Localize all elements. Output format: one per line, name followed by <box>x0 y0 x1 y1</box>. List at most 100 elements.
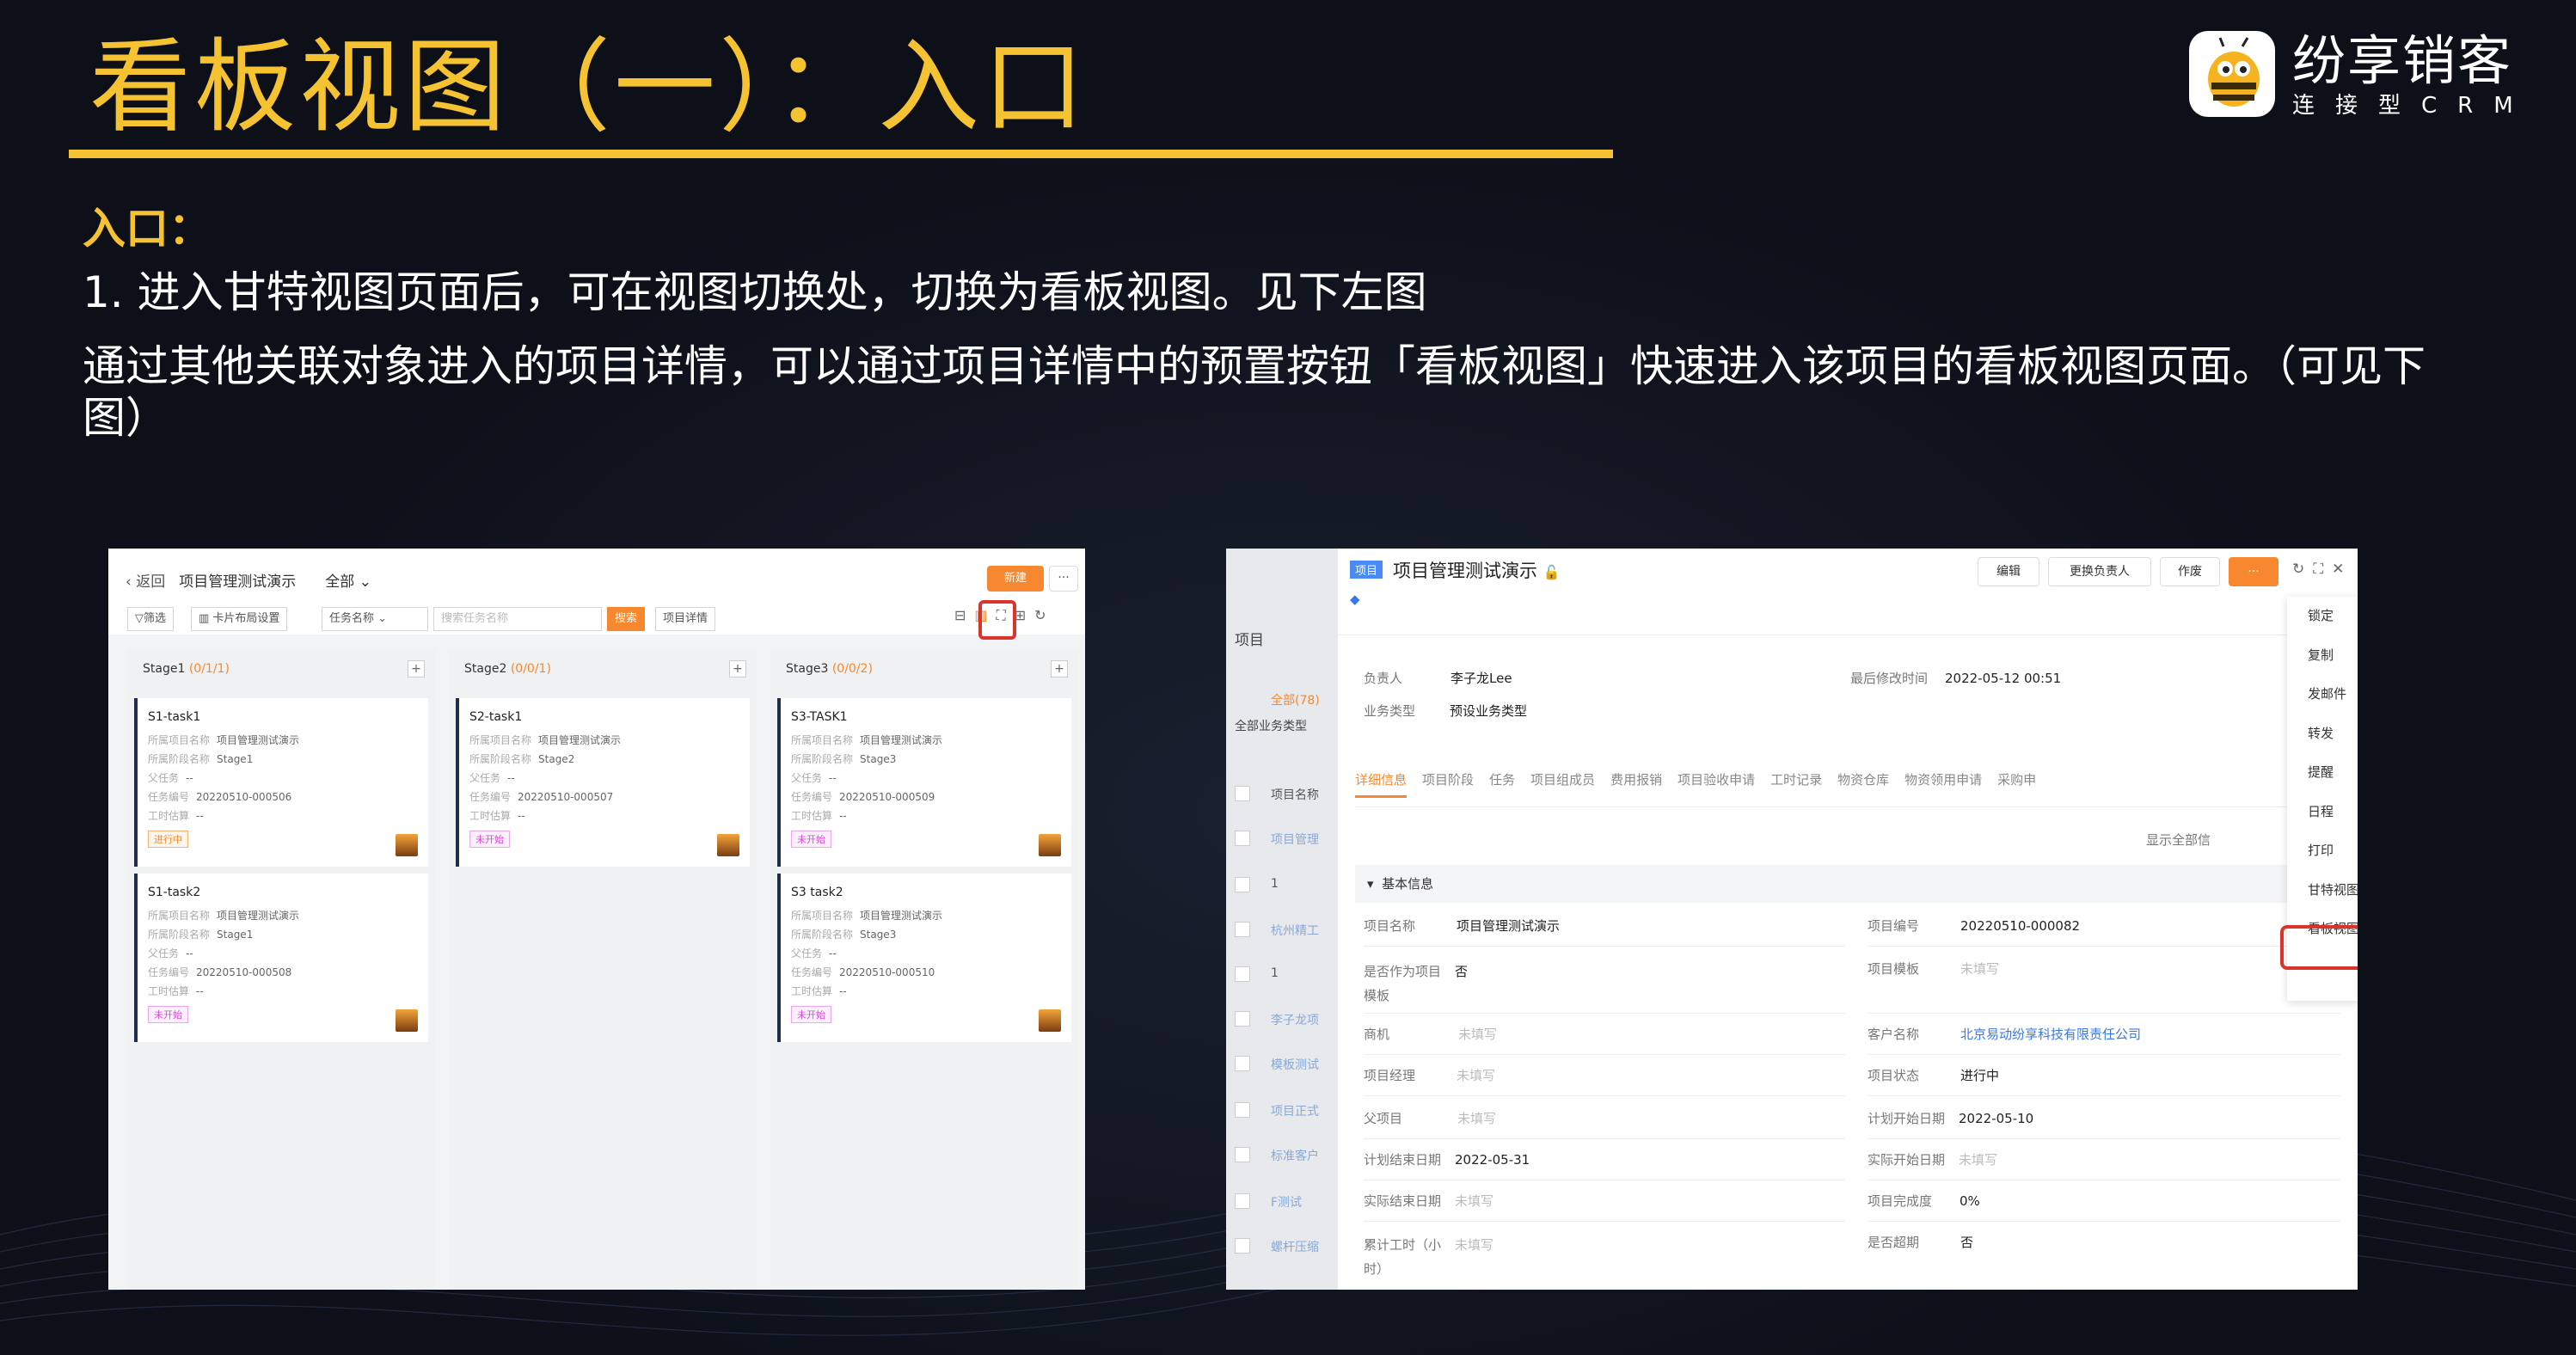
void-button[interactable]: 作废 <box>2160 557 2220 586</box>
kanban-screenshot: ‹ 返回 项目管理测试演示 全部 ⌄ 新建 ··· ▽筛选 ▥ 卡片布局设置 任… <box>108 549 1085 1290</box>
scope-select[interactable]: 全部 ⌄ <box>325 569 371 591</box>
row-checkbox[interactable] <box>1235 1011 1250 1027</box>
project-name: 项目管理测试演示 <box>179 573 297 591</box>
tab-material-request[interactable]: 物资领用申请 <box>1904 770 1982 798</box>
brand-logo: 纷享销客 连接型CRM <box>2189 31 2534 120</box>
list-item[interactable]: 1 <box>1271 877 1279 891</box>
logo-subtitle: 连接型CRM <box>2292 93 2534 119</box>
tab-timesheets[interactable]: 工时记录 <box>1770 770 1822 798</box>
task-name-select[interactable]: 任务名称 ⌄ <box>322 607 428 631</box>
gantt-view-icon[interactable]: ⊟ <box>954 607 966 624</box>
status-badge: 未开始 <box>148 1006 188 1023</box>
tab-acceptance[interactable]: 项目验收申请 <box>1677 770 1755 798</box>
list-filter-all[interactable]: 全部(78) <box>1271 691 1320 708</box>
show-all-link[interactable]: 显示全部信 <box>2146 832 2211 848</box>
assignee-avatar <box>396 1009 418 1032</box>
add-task-button[interactable]: + <box>1051 660 1068 678</box>
point-2: 通过其他关联对象进入的项目详情，可以通过项目详情中的预置按钮「看板视图」快速进入… <box>83 341 2426 443</box>
list-item[interactable]: 项目管理 <box>1271 831 1319 848</box>
kanban-column-stage2: Stage2 (0/0/1) + S2-task1 所属项目名称 项目管理测试演示 … <box>449 650 757 1290</box>
tag-icon[interactable]: ◆ <box>1350 592 1360 607</box>
tab-purchase[interactable]: 采购申 <box>1997 770 2036 798</box>
add-task-button[interactable]: + <box>408 660 425 678</box>
project-list-panel: 项目 全部(78) 全部业务类型 项目名称 项目管理 1 杭州精工 1 李子龙项… <box>1226 549 1338 1290</box>
kanban-toggle-highlight <box>978 600 1016 640</box>
assignee-avatar <box>1039 834 1061 856</box>
close-icon[interactable]: ✕ <box>2332 561 2344 578</box>
more-actions-button[interactable]: ··· <box>2229 557 2279 586</box>
select-all-checkbox[interactable] <box>1235 786 1250 801</box>
bee-logo-icon <box>2189 31 2275 117</box>
list-biz-type[interactable]: 全部业务类型 <box>1235 717 1307 734</box>
task-card[interactable]: S2-task1 所属项目名称 项目管理测试演示 所属阶段名称 Stage2 父任务… <box>456 698 750 867</box>
kanban-column-stage1: Stage1 (0/1/1) + S1-task1 所属项目名称 项目管理测试演示 … <box>127 650 435 1290</box>
project-detail-button[interactable]: 项目详情 <box>655 607 716 631</box>
list-item[interactable]: 模板测试 <box>1271 1056 1319 1073</box>
list-item[interactable]: 螺杆压缩 <box>1271 1238 1319 1255</box>
row-checkbox[interactable] <box>1235 922 1250 937</box>
tab-tasks[interactable]: 任务 <box>1489 770 1515 798</box>
list-title: 项目 <box>1235 632 1264 649</box>
menu-item-schedule[interactable]: 日程 <box>2287 793 2358 832</box>
menu-item-email[interactable]: 发邮件 <box>2287 675 2358 714</box>
project-detail-panel: 项目 项目管理测试演示 🔓 ◆ 编辑 更换负责人 作废 ··· ↻ ⛶ ✕ 负责人李… <box>1338 549 2358 1290</box>
list-item[interactable]: 标准客户 <box>1271 1147 1319 1164</box>
menu-item-remind[interactable]: 提醒 <box>2287 753 2358 793</box>
tab-members[interactable]: 项目组成员 <box>1530 770 1595 798</box>
search-button[interactable]: 搜索 <box>607 607 646 631</box>
search-input[interactable]: 搜索任务名称 <box>433 607 602 631</box>
kanban-column-stage3: Stage3 (0/0/2) + S3-TASK1 所属项目名称 项目管理测试演示 … <box>770 650 1078 1290</box>
title-underline <box>69 150 1613 158</box>
menu-item-lock[interactable]: 锁定 <box>2287 597 2358 636</box>
row-checkbox[interactable] <box>1235 1193 1250 1209</box>
entry-heading: 入口： <box>83 204 212 254</box>
tab-stages[interactable]: 项目阶段 <box>1422 770 1474 798</box>
row-checkbox[interactable] <box>1235 831 1250 846</box>
list-item[interactable]: 杭州精工 <box>1271 922 1319 939</box>
basic-info-section[interactable]: ▾ 基本信息 <box>1355 865 2342 903</box>
card-layout-button[interactable]: ▥ 卡片布局设置 <box>191 607 288 631</box>
point-1: 1. 进入甘特视图页面后，可在视图切换处，切换为看板视图。见下左图 <box>83 267 1427 317</box>
status-badge: 未开始 <box>791 1006 831 1023</box>
tab-expenses[interactable]: 费用报销 <box>1610 770 1662 798</box>
task-card[interactable]: S3-TASK1 所属项目名称 项目管理测试演示 所属阶段名称 Stage3 父任务… <box>777 698 1071 867</box>
assignee-avatar <box>717 834 739 856</box>
detail-title: 项目管理测试演示 🔓 <box>1393 561 1561 581</box>
menu-item-forward[interactable]: 转发 <box>2287 714 2358 754</box>
new-button[interactable]: 新建 <box>987 566 1044 592</box>
row-checkbox[interactable] <box>1235 1147 1250 1162</box>
more-button[interactable]: ··· <box>1049 566 1078 592</box>
lock-icon: 🔓 <box>1543 564 1561 580</box>
list-item[interactable]: 1 <box>1271 966 1279 980</box>
list-item[interactable]: 项目正式 <box>1271 1102 1319 1119</box>
customer-link[interactable]: 北京易动纷享科技有限责任公司 <box>1960 1027 2141 1042</box>
list-item[interactable]: 李子龙项 <box>1271 1011 1319 1028</box>
change-owner-button[interactable]: 更换负责人 <box>2048 557 2151 586</box>
row-checkbox[interactable] <box>1235 877 1250 892</box>
back-link[interactable]: ‹ 返回 <box>126 569 165 591</box>
status-badge: 未开始 <box>469 831 510 848</box>
filter-button[interactable]: ▽筛选 <box>127 607 175 631</box>
menu-item-copy[interactable]: 复制 <box>2287 636 2358 676</box>
row-checkbox[interactable] <box>1235 1102 1250 1118</box>
fullscreen-icon[interactable]: ⛶ <box>2313 561 2323 578</box>
add-task-button[interactable]: + <box>729 660 746 678</box>
tab-details[interactable]: 详细信息 <box>1355 770 1408 798</box>
tab-warehouse[interactable]: 物资仓库 <box>1837 770 1889 798</box>
assignee-avatar <box>1039 1009 1061 1032</box>
row-checkbox[interactable] <box>1235 1056 1250 1071</box>
list-item[interactable]: F测试 <box>1271 1193 1302 1211</box>
detail-tabs: 详细信息 项目阶段 任务 项目组成员 费用报销 项目验收申请 工时记录 物资仓库… <box>1355 770 2036 798</box>
row-checkbox[interactable] <box>1235 1238 1250 1254</box>
kanban-menu-highlight <box>2280 925 2358 970</box>
slide-title: 看板视图（一）：入口 <box>89 28 1089 146</box>
menu-item-gantt-view[interactable]: 甘特视图 <box>2287 871 2358 910</box>
refresh-icon[interactable]: ↻ <box>1034 607 1046 624</box>
task-card[interactable]: S3 task2 所属项目名称 项目管理测试演示 所属阶段名称 Stage3 父任务… <box>777 874 1071 1042</box>
task-card[interactable]: S1-task2 所属项目名称 项目管理测试演示 所属阶段名称 Stage1 父任务… <box>134 874 428 1042</box>
task-card[interactable]: S1-task1 所属项目名称 项目管理测试演示 所属阶段名称 Stage1 父任务… <box>134 698 428 867</box>
menu-item-print[interactable]: 打印 <box>2287 831 2358 871</box>
edit-button[interactable]: 编辑 <box>1978 557 2039 586</box>
refresh-icon[interactable]: ↻ <box>2292 561 2304 578</box>
row-checkbox[interactable] <box>1235 966 1250 982</box>
